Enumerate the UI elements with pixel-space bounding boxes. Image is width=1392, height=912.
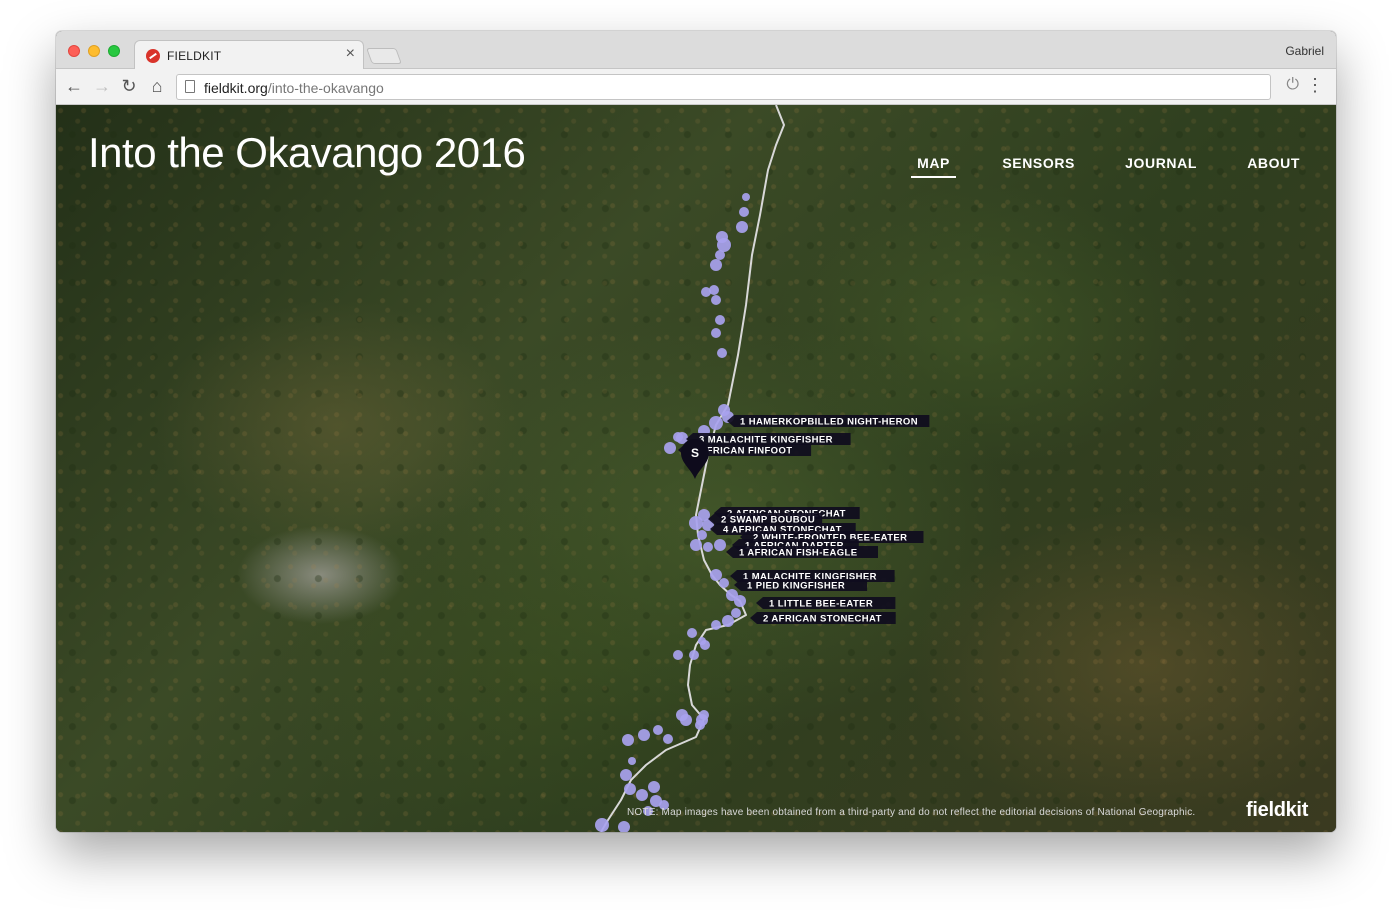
close-tab-icon[interactable]: × bbox=[346, 46, 355, 62]
nav-map[interactable]: MAP bbox=[911, 155, 956, 178]
profile-name[interactable]: Gabriel bbox=[1285, 44, 1324, 58]
map-page[interactable]: 1 HAMERKOPBILLED NIGHT-HERON 3 MALACHITE … bbox=[56, 105, 1336, 832]
sighting-label-text: 1 AFRICAN FISH-EAGLE bbox=[739, 548, 857, 559]
reload-icon[interactable]: ↻ bbox=[118, 75, 140, 97]
sighting-label-text: 1 PIED KINGFISHER bbox=[747, 581, 845, 592]
route-dot[interactable] bbox=[673, 432, 683, 442]
back-arrow-icon[interactable]: ← bbox=[63, 75, 85, 97]
no-entry-favicon-icon bbox=[146, 49, 160, 63]
new-tab-button[interactable] bbox=[366, 48, 402, 64]
browser-window: FIELDKIT × Gabriel ← → ↻ ⌂ fieldkit.org/… bbox=[56, 31, 1336, 832]
route-dot[interactable] bbox=[715, 250, 725, 260]
route-dot[interactable] bbox=[653, 725, 663, 735]
sighting-label[interactable]: 1 LITTLE BEE-EATER bbox=[756, 597, 896, 610]
sighting-label-text: 3 MALACHITE KINGFISHER bbox=[699, 435, 833, 446]
route-dot[interactable] bbox=[719, 578, 729, 588]
url-text[interactable]: fieldkit.org/into-the-okavango bbox=[204, 80, 384, 96]
route-dot[interactable] bbox=[648, 781, 660, 793]
route-dot[interactable] bbox=[701, 287, 711, 297]
route-dot[interactable] bbox=[628, 757, 636, 765]
route-dot[interactable] bbox=[636, 789, 648, 801]
address-bar[interactable]: fieldkit.org/into-the-okavango bbox=[176, 74, 1271, 100]
route-dot[interactable] bbox=[722, 615, 734, 627]
route-dot[interactable] bbox=[709, 416, 723, 430]
page-title: Into the Okavango 2016 bbox=[88, 129, 526, 176]
route-dot[interactable] bbox=[717, 238, 731, 252]
route-dot[interactable] bbox=[664, 442, 676, 454]
route-dot[interactable] bbox=[711, 620, 721, 630]
expedition-map[interactable]: 1 HAMERKOPBILLED NIGHT-HERON 3 MALACHITE … bbox=[56, 105, 1336, 832]
route-dot[interactable] bbox=[687, 628, 697, 638]
route-dot[interactable] bbox=[680, 714, 692, 726]
url-path: /into-the-okavango bbox=[267, 80, 384, 96]
route-dot[interactable] bbox=[695, 720, 705, 730]
route-dot[interactable] bbox=[711, 295, 721, 305]
route-dot[interactable] bbox=[700, 640, 710, 650]
tab-fieldkit[interactable]: FIELDKIT × bbox=[134, 40, 364, 70]
route-dot[interactable] bbox=[711, 328, 721, 338]
route-dot[interactable] bbox=[710, 569, 722, 581]
route-dot[interactable] bbox=[624, 783, 636, 795]
kebab-menu-icon[interactable]: ⋮ bbox=[1306, 75, 1324, 95]
route-dot[interactable] bbox=[622, 734, 634, 746]
route-dot[interactable] bbox=[595, 818, 609, 832]
tab-title: FIELDKIT bbox=[167, 49, 222, 63]
power-icon[interactable]: ⏻ bbox=[1286, 76, 1299, 94]
route-dot[interactable] bbox=[742, 193, 750, 201]
sighting-label[interactable]: 1 AFRICAN FISH-EAGLE bbox=[726, 546, 878, 559]
url-host: fieldkit.org bbox=[204, 80, 268, 96]
route-dot[interactable] bbox=[620, 769, 632, 781]
fieldkit-logo[interactable]: fieldkit bbox=[1246, 799, 1308, 822]
sighting-label-text: 1 LITTLE BEE-EATER bbox=[769, 599, 873, 610]
route-dot[interactable] bbox=[689, 516, 703, 530]
home-icon[interactable]: ⌂ bbox=[146, 75, 168, 97]
route-dot[interactable] bbox=[736, 221, 748, 233]
nav-about[interactable]: ABOUT bbox=[1247, 155, 1300, 171]
nav-journal[interactable]: JOURNAL bbox=[1125, 155, 1197, 171]
browser-toolbar: ← → ↻ ⌂ fieldkit.org/into-the-okavango ⏻… bbox=[56, 69, 1336, 105]
route-dot[interactable] bbox=[638, 729, 650, 741]
minimize-window-button[interactable] bbox=[88, 45, 100, 57]
route-dot[interactable] bbox=[690, 539, 702, 551]
route-dot[interactable] bbox=[714, 539, 726, 551]
route-dot[interactable] bbox=[689, 650, 699, 660]
route-dot[interactable] bbox=[731, 608, 741, 618]
sighting-label[interactable]: 1 HAMERKOPBILLED NIGHT-HERON bbox=[727, 415, 930, 428]
close-window-button[interactable] bbox=[68, 45, 80, 57]
route-dot[interactable] bbox=[618, 821, 630, 832]
route-dot[interactable] bbox=[663, 734, 673, 744]
route-dot[interactable] bbox=[717, 348, 727, 358]
sighting-label[interactable]: 2 AFRICAN STONECHAT bbox=[750, 612, 896, 625]
nav-sensors[interactable]: SENSORS bbox=[1002, 155, 1075, 171]
sighting-labels: 1 HAMERKOPBILLED NIGHT-HERON 3 MALACHITE … bbox=[678, 415, 930, 625]
route-dot[interactable] bbox=[710, 259, 722, 271]
sighting-label-text: 2 AFRICAN STONECHAT bbox=[763, 614, 882, 625]
route-dot[interactable] bbox=[699, 710, 709, 720]
route-dot[interactable] bbox=[673, 650, 683, 660]
sighting-label-text: 1 HAMERKOPBILLED NIGHT-HERON bbox=[740, 417, 918, 428]
sighting-label[interactable]: 3 MALACHITE KINGFISHER bbox=[686, 433, 851, 446]
map-disclaimer: NOTE: Map images have been obtained from… bbox=[627, 807, 1196, 818]
route-dot[interactable] bbox=[697, 530, 707, 540]
route-dot[interactable] bbox=[734, 595, 746, 607]
start-marker-label: S bbox=[691, 446, 699, 460]
page-icon bbox=[185, 80, 195, 93]
forward-arrow-icon[interactable]: → bbox=[91, 75, 113, 97]
sighting-label[interactable]: 1 PIED KINGFISHER bbox=[734, 579, 868, 592]
tab-strip: FIELDKIT × Gabriel bbox=[56, 31, 1336, 70]
route-dot[interactable] bbox=[739, 207, 749, 217]
maximize-window-button[interactable] bbox=[108, 45, 120, 57]
route-dot[interactable] bbox=[703, 542, 713, 552]
route-dot[interactable] bbox=[715, 315, 725, 325]
